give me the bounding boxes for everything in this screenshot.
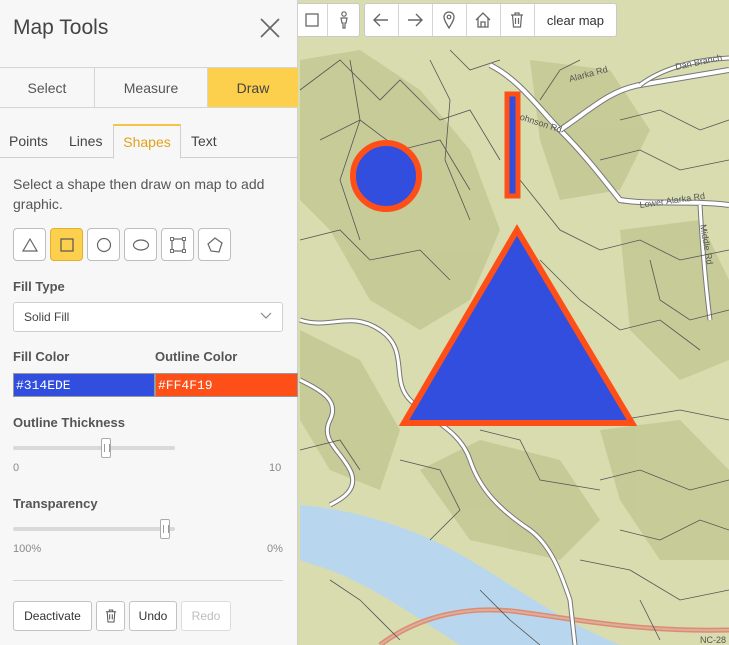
subtab-lines[interactable]: Lines (69, 124, 102, 158)
shape-freehand-button[interactable] (198, 228, 231, 261)
outline-thickness-slider[interactable] (13, 438, 175, 458)
trash-icon (105, 609, 116, 623)
drawn-circle[interactable] (350, 140, 422, 212)
shape-ellipse-button[interactable] (124, 228, 157, 261)
close-icon (260, 18, 280, 38)
fill-color-label: Fill Color (13, 349, 70, 364)
panel-header: Map Tools (0, 0, 297, 56)
transparency-label: Transparency (13, 496, 98, 511)
trash-icon[interactable] (501, 4, 535, 36)
mode-tabs: Select Measure Draw (0, 67, 298, 108)
tab-draw[interactable]: Draw (208, 68, 298, 107)
undo-button[interactable]: Undo (129, 601, 177, 631)
drawn-rectangle[interactable] (504, 91, 521, 199)
arrow-left-icon[interactable] (365, 4, 399, 36)
shape-square-button[interactable] (161, 228, 194, 261)
map-tools-panel: Map Tools Select Measure Draw Points Lin… (0, 0, 298, 645)
panel-title: Map Tools (13, 16, 109, 39)
transparency-min: 100% (13, 543, 42, 555)
fill-color-input[interactable]: #314EDE (13, 373, 155, 397)
outline-color-label: Outline Color (155, 349, 238, 364)
home-icon[interactable] (467, 4, 501, 36)
square-select-icon[interactable] (297, 4, 329, 36)
clear-map-button[interactable]: clear map (535, 4, 616, 36)
thickness-max: 10 (269, 462, 282, 474)
subtab-points[interactable]: Points (9, 124, 48, 158)
redo-button[interactable]: Redo (181, 601, 231, 631)
arrow-right-icon[interactable] (399, 4, 433, 36)
fill-type-select[interactable]: Solid Fill (13, 302, 283, 332)
map-toolbar-right: clear map (364, 3, 617, 37)
tab-select[interactable]: Select (0, 68, 95, 107)
transparency-max: 0% (267, 543, 283, 555)
shape-rectangle-button[interactable] (50, 228, 83, 261)
transparency-slider[interactable] (13, 519, 175, 539)
circle-icon (96, 237, 111, 252)
shape-circle-button[interactable] (87, 228, 120, 261)
outline-color-input[interactable]: #FF4F19 (155, 373, 298, 397)
thickness-min: 0 (13, 462, 20, 474)
delete-graphic-button[interactable] (96, 601, 125, 631)
square-icon (169, 236, 186, 253)
subtab-shapes[interactable]: Shapes (113, 124, 181, 159)
road-label-nc28: NC-28 (700, 635, 726, 645)
draw-sub-tabs: Points Lines Shapes Text (0, 124, 298, 159)
slider-thumb[interactable] (101, 438, 111, 458)
shape-hint: Select a shape then draw on map to add g… (13, 176, 265, 212)
chevron-down-icon (260, 312, 272, 319)
map-toolbar-left (296, 3, 360, 37)
slider-track (13, 446, 175, 450)
outline-thickness-label: Outline Thickness (13, 415, 125, 430)
panel-divider (13, 580, 283, 581)
close-panel-button[interactable] (257, 15, 283, 41)
shape-triangle-button[interactable] (13, 228, 46, 261)
deactivate-button[interactable]: Deactivate (13, 601, 92, 631)
slider-track (13, 527, 175, 531)
subtab-text[interactable]: Text (191, 124, 217, 158)
tab-measure[interactable]: Measure (95, 68, 208, 107)
fill-type-value: Solid Fill (24, 310, 70, 324)
slider-thumb[interactable] (160, 519, 170, 539)
rectangle-icon (59, 237, 74, 252)
triangle-icon (21, 237, 38, 252)
freehand-polygon-icon (206, 236, 223, 253)
fill-type-label: Fill Type (13, 279, 65, 294)
map-pin-icon[interactable] (433, 4, 467, 36)
person-icon[interactable] (328, 4, 359, 36)
ellipse-icon (132, 238, 149, 251)
shape-tool-group (13, 228, 231, 261)
